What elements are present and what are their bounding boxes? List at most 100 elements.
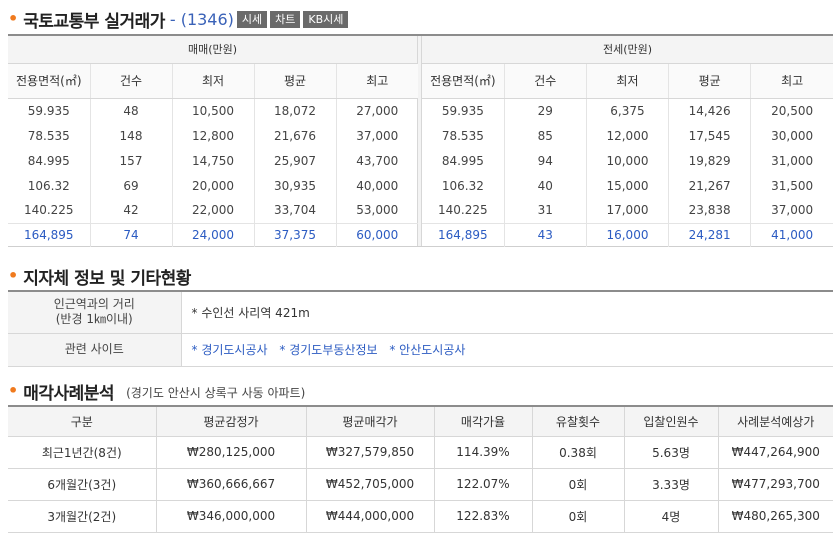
table-row: 106.32 40 15,000 21,267 31,500 [422, 173, 833, 198]
auction-title: 매각사례분석 [23, 383, 115, 404]
cell: 122.83% [433, 500, 532, 533]
cell: ₩346,000,000 [155, 500, 306, 533]
cell: 19,829 [668, 148, 751, 173]
table-row: 3개월간(2건) ₩346,000,000 ₩444,000,000 122.83% 0… [8, 500, 833, 533]
col-period: 구분 [8, 406, 156, 437]
station-row: 인근역과의 거리 (반경 1㎞이내) * 수인선 사리역 421m [8, 291, 833, 334]
col-bidders: 입찰인원수 [623, 406, 718, 437]
site-link-gyeonggi-realestate[interactable]: * 경기도부동산정보 [279, 343, 377, 357]
kb-price-button[interactable]: KB시세 [303, 10, 349, 28]
trade-dash: - [169, 9, 176, 29]
table-row: 140.225 31 17,000 23,838 37,000 [422, 198, 833, 223]
cell: 0.38회 [531, 436, 624, 469]
col-count: 건수 [89, 64, 172, 99]
cell: 23,838 [668, 198, 751, 223]
sites-value: * 경기도시공사 * 경기도부동산정보 * 안산도시공사 [180, 333, 833, 367]
cell: 6개월간(3건) [8, 468, 156, 501]
cell: 31 [503, 198, 587, 223]
cell: ₩360,666,667 [155, 468, 306, 501]
cell: ₩480,265,300 [717, 500, 833, 533]
lease-table: 전용면적(㎡) 건수 최저 평균 최고 59.935 29 6,375 14,426 2… [422, 64, 833, 247]
cell: ₩452,705,000 [305, 468, 434, 501]
cell: 12,800 [171, 123, 254, 148]
table-row: 59.935 48 10,500 18,072 27,000 [8, 98, 418, 123]
cell: 48 [89, 98, 172, 123]
sale-header: 매매(만원) [8, 36, 417, 64]
sale-panel: 매매(만원) 전용면적(㎡) 건수 최저 평균 최고 59.935 48 10,50… [8, 36, 418, 247]
cell: 43,700 [335, 148, 418, 173]
sites-row: 관련 사이트 * 경기도시공사 * 경기도부동산정보 * 안산도시공사 [8, 333, 833, 367]
cell: 18,072 [253, 98, 336, 123]
table-row: 78.535 148 12,800 21,676 37,000 [8, 123, 418, 148]
total-cell: 24,000 [171, 222, 254, 247]
col-area: 전용면적(㎡) [422, 64, 505, 99]
cell: 15,000 [585, 173, 669, 198]
cell: 122.07% [433, 468, 532, 501]
trade-title: 국토교통부 실거래가 [23, 11, 165, 32]
table-row: 84.995 94 10,000 19,829 31,000 [422, 148, 833, 173]
cell: 14,750 [171, 148, 254, 173]
cell: 31,500 [750, 173, 833, 198]
cell: ₩477,293,700 [717, 468, 833, 501]
cell: 0회 [531, 500, 624, 533]
cell: 40,000 [335, 173, 418, 198]
cell: 84.995 [27, 153, 70, 168]
cell: 25,907 [253, 148, 336, 173]
total-row: 164,895 43 16,000 24,281 41,000 [422, 222, 833, 247]
col-fail-count: 유찰횟수 [531, 406, 624, 437]
total-cell: 24,281 [668, 222, 751, 247]
cell: 27,000 [335, 98, 418, 123]
col-max: 최고 [750, 64, 833, 99]
cell: ₩447,264,900 [717, 436, 833, 469]
local-info-table: 인근역과의 거리 (반경 1㎞이내) * 수인선 사리역 421m 관련 사이트… [8, 290, 833, 367]
cell: 37,000 [750, 198, 833, 223]
market-price-button[interactable]: 시세 [236, 10, 268, 28]
sale-table: 전용면적(㎡) 건수 최저 평균 최고 59.935 48 10,500 18,072… [8, 64, 418, 247]
cell: 3개월간(2건) [8, 500, 156, 533]
table-row: 최근1년간(8건) ₩280,125,000 ₩327,579,850 114.39%… [8, 436, 833, 469]
cell: 21,267 [668, 173, 751, 198]
col-max: 최고 [335, 64, 418, 99]
trade-section-title: • 국토교통부 실거래가 - (1346) 시세 차트 KB시세 [8, 7, 349, 32]
cell: ₩327,579,850 [305, 436, 434, 469]
cell: 140.225 [23, 203, 74, 218]
col-area: 전용면적(㎡) [8, 64, 90, 99]
site-link-ansan-urban[interactable]: * 안산도시공사 [389, 343, 465, 357]
total-cell: 164,895 [422, 222, 505, 247]
table-row: 84.995 157 14,750 25,907 43,700 [8, 148, 418, 173]
sites-label: 관련 사이트 [8, 333, 181, 367]
col-avg-appraisal: 평균감정가 [155, 406, 306, 437]
cell: 17,000 [585, 198, 669, 223]
chart-button[interactable]: 차트 [270, 10, 301, 28]
station-value: * 수인선 사리역 421m [180, 291, 833, 334]
cell: 106.32 [441, 178, 484, 193]
cell: 31,000 [750, 148, 833, 173]
cell: 37,000 [335, 123, 418, 148]
cell: 157 [89, 148, 172, 173]
col-min: 최저 [585, 64, 669, 99]
total-cell: 16,000 [585, 222, 669, 247]
cell: ₩280,125,000 [155, 436, 306, 469]
table-row: 6개월간(3건) ₩360,666,667 ₩452,705,000 122.07% 0… [8, 468, 833, 501]
cell: 106.32 [27, 178, 70, 193]
bullet-icon: • [8, 266, 19, 285]
total-cell: 74 [89, 222, 172, 247]
table-row: 106.32 69 20,000 30,935 40,000 [8, 173, 418, 198]
lease-panel: 전세(만원) 전용면적(㎡) 건수 최저 평균 최고 59.935 29 6,375… [421, 36, 833, 247]
table-row: 59.935 29 6,375 14,426 20,500 [422, 98, 833, 123]
cell: 0회 [531, 468, 624, 501]
col-avg-sale: 평균매각가 [305, 406, 434, 437]
cell: 6,375 [585, 98, 669, 123]
cell: 78.535 [27, 128, 70, 143]
cell: 4명 [623, 500, 718, 533]
cell: 33,704 [253, 198, 336, 223]
total-cell: 60,000 [335, 222, 418, 247]
site-link-gyeonggi-urban[interactable]: * 경기도시공사 [192, 343, 268, 357]
cell: 42 [89, 198, 172, 223]
total-cell: 41,000 [750, 222, 833, 247]
total-cell: 37,375 [253, 222, 336, 247]
cell: 17,545 [668, 123, 751, 148]
col-min: 최저 [171, 64, 254, 99]
col-count: 건수 [503, 64, 587, 99]
cell: 20,000 [171, 173, 254, 198]
